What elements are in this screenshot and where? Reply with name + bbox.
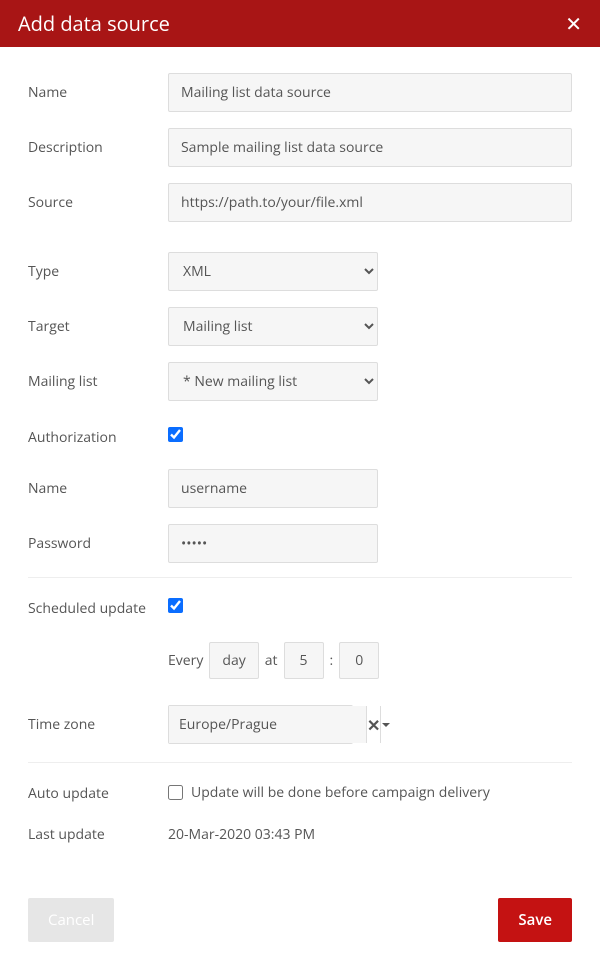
source-label: Source [28, 193, 168, 212]
type-select[interactable]: XML [168, 252, 378, 291]
password-label: Password [28, 534, 168, 553]
dialog-header: Add data source ✕ [0, 0, 600, 47]
authorization-checkbox[interactable] [168, 427, 183, 442]
timezone-label: Time zone [28, 715, 168, 734]
name-label: Name [28, 83, 168, 102]
close-icon[interactable]: ✕ [565, 14, 582, 34]
dialog-buttons: Cancel Save [28, 898, 572, 942]
auto-update-label: Auto update [28, 783, 168, 803]
add-data-source-dialog: Add data source ✕ Name Description Sourc… [0, 0, 600, 970]
description-label: Description [28, 138, 168, 157]
auto-update-checkbox[interactable] [168, 785, 183, 800]
timezone-clear-icon[interactable]: ✕ [366, 706, 380, 743]
schedule-unit-box[interactable]: day [209, 642, 258, 679]
scheduled-update-checkbox[interactable] [168, 598, 183, 613]
every-label: Every [168, 651, 203, 670]
last-update-value: 20-Mar-2020 03:43 PM [168, 825, 572, 844]
auto-update-description: Update will be done before campaign deli… [191, 783, 490, 802]
scheduled-update-label: Scheduled update [28, 599, 168, 618]
name-input[interactable] [168, 73, 572, 112]
save-button[interactable]: Save [498, 898, 572, 942]
password-input[interactable] [168, 524, 378, 563]
type-label: Type [28, 262, 168, 281]
target-select[interactable]: Mailing list [168, 307, 378, 346]
cancel-button[interactable]: Cancel [28, 898, 114, 942]
authorization-label: Authorization [28, 428, 168, 447]
timezone-combobox: ✕ [168, 705, 353, 744]
mailing-list-label: Mailing list [28, 372, 168, 391]
schedule-minute-input[interactable] [339, 642, 379, 679]
colon-label: : [330, 651, 334, 670]
at-label: at [265, 651, 278, 670]
auth-name-input[interactable] [168, 469, 378, 508]
auth-name-label: Name [28, 479, 168, 498]
timezone-input[interactable] [169, 706, 366, 743]
timezone-dropdown-icon[interactable] [380, 706, 391, 743]
dialog-body: Name Description Source Type XML Target [0, 47, 600, 970]
target-label: Target [28, 317, 168, 336]
schedule-hour-input[interactable] [284, 642, 324, 679]
description-input[interactable] [168, 128, 572, 167]
divider [28, 577, 572, 578]
source-input[interactable] [168, 183, 572, 222]
dialog-title: Add data source [18, 10, 170, 37]
divider-2 [28, 762, 572, 763]
mailing-list-select[interactable]: * New mailing list [168, 362, 378, 401]
last-update-label: Last update [28, 825, 168, 844]
